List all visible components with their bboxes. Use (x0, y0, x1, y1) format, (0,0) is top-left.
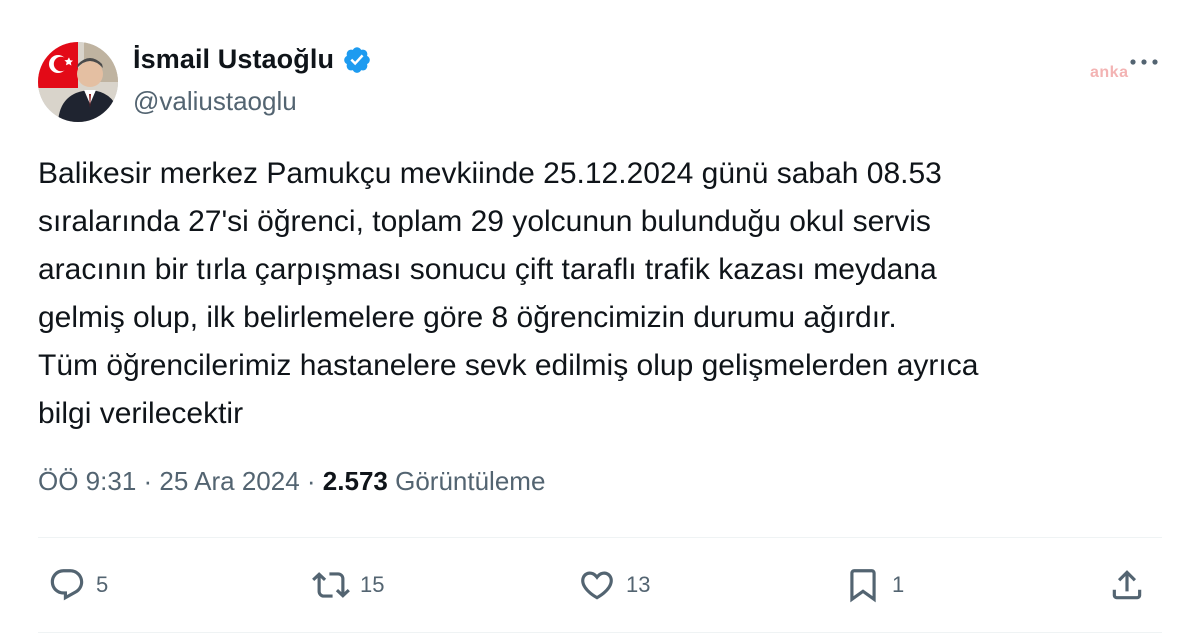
divider (38, 537, 1162, 538)
like-button[interactable]: 13 (578, 560, 650, 610)
meta-separator: · (306, 466, 316, 496)
tweet-text-line: gelmiş olup, ilk belirlemelere göre 8 öğ… (38, 301, 897, 334)
tweet-text-line: bilgi verilecektir (38, 397, 244, 430)
tweet-time[interactable]: ÖÖ 9:31 (38, 466, 136, 496)
author-handle[interactable]: @valiustaoglu (133, 86, 297, 117)
repost-arrows-icon (312, 572, 350, 598)
tweet-date[interactable]: 25 Ara 2024 (159, 466, 299, 496)
heart-icon (581, 571, 613, 600)
verified-badge-icon (342, 45, 372, 75)
views-label: Görüntüleme (395, 466, 546, 496)
meta-separator: · (143, 466, 153, 496)
tweet-text-line: Balikesir merkez Pamukçu mevkiinde 25.12… (38, 157, 942, 190)
tweet-meta: ÖÖ 9:31 · 25 Ara 2024 · 2.573 Görüntülem… (38, 466, 545, 497)
bookmark-icon (850, 569, 876, 603)
author-name-row: İsmail Ustaoğlu (133, 44, 372, 75)
watermark: anka (1090, 64, 1129, 81)
reply-count: 5 (96, 572, 109, 597)
tweet-text-line: Tüm öğrencilerimiz hastanelere sevk edil… (38, 349, 979, 382)
share-icon (1112, 570, 1142, 600)
tweet-text-line: aracının bir tırla çarpışması sonucu çif… (38, 253, 937, 286)
divider (38, 632, 1162, 633)
bookmark-count: 1 (892, 572, 905, 597)
author-name[interactable]: İsmail Ustaoğlu (133, 44, 334, 75)
tweet-card: İsmail Ustaoğlu @valiustaoglu anka Balik… (0, 0, 1200, 639)
share-button[interactable] (1108, 560, 1146, 610)
action-bar: 5 15 13 1 (0, 560, 1200, 610)
reply-button[interactable]: 5 (48, 560, 108, 610)
bookmark-button[interactable]: 1 (844, 560, 904, 610)
more-dots-icon (1130, 59, 1158, 65)
repost-button[interactable]: 15 (312, 560, 384, 610)
views-count: 2.573 (322, 466, 388, 496)
avatar[interactable] (38, 42, 118, 122)
tweet-text: Balikesir merkez Pamukçu mevkiinde 25.12… (38, 150, 1158, 438)
avatar-image (38, 42, 118, 122)
like-count: 13 (626, 572, 651, 597)
more-options-button[interactable] (1124, 48, 1164, 76)
repost-count: 15 (360, 572, 385, 597)
speech-bubble-icon (50, 569, 84, 601)
tweet-text-line: sıralarında 27'si öğrenci, toplam 29 yol… (38, 205, 931, 238)
